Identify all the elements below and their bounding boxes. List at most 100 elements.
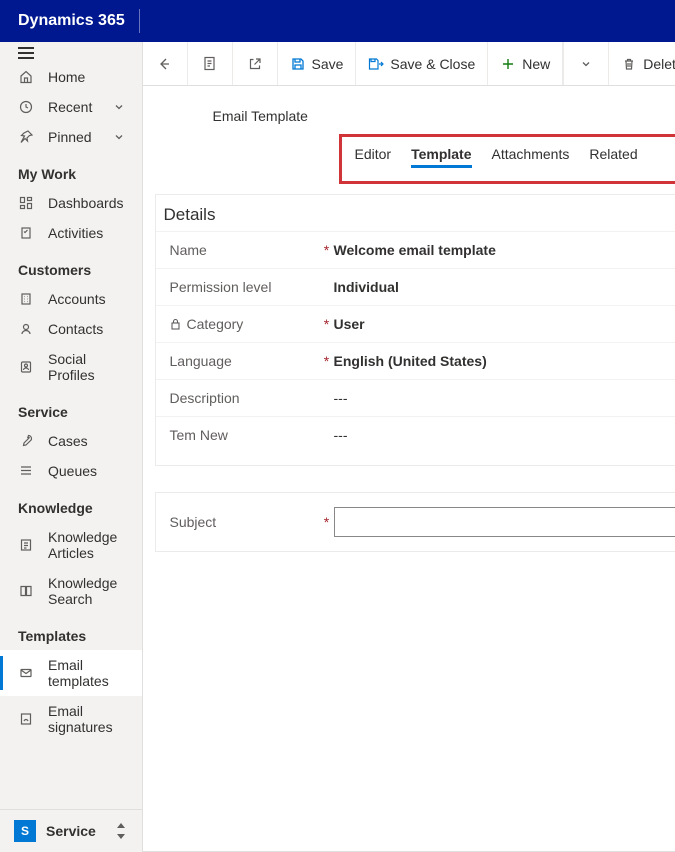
field-label: Language — [170, 353, 232, 369]
field-label: Description — [170, 390, 240, 406]
header-divider — [139, 9, 140, 33]
nav-label: Dashboards — [48, 195, 124, 211]
field-name[interactable]: Name * Welcome email template — [156, 231, 675, 268]
lock-icon — [170, 318, 181, 330]
page-icon — [202, 56, 218, 72]
tab-attachments[interactable]: Attachments — [492, 146, 570, 172]
field-value: --- — [334, 427, 675, 443]
new-dropdown[interactable] — [563, 42, 609, 85]
global-header: Dynamics 365 — [0, 0, 675, 42]
field-value: Welcome email template — [334, 242, 675, 258]
tab-template[interactable]: Template — [411, 146, 471, 172]
chevron-down-icon — [114, 132, 124, 142]
required-mark: * — [320, 242, 334, 258]
clock-icon — [18, 99, 34, 115]
tab-editor[interactable]: Editor — [355, 146, 392, 172]
chevron-down-icon — [578, 56, 594, 72]
entity-label: Email Template — [213, 108, 675, 124]
nav-label: Knowledge Articles — [48, 529, 124, 561]
save-close-icon — [368, 56, 384, 72]
view-button[interactable] — [188, 42, 233, 85]
plus-icon — [500, 56, 516, 72]
nav-label: Cases — [48, 433, 88, 449]
required-mark: * — [320, 353, 334, 369]
new-button[interactable]: New — [488, 42, 563, 85]
tab-related[interactable]: Related — [589, 146, 637, 172]
nav-label: Email signatures — [48, 703, 124, 735]
field-permission-level[interactable]: Permission level Individual — [156, 268, 675, 305]
nav-contacts[interactable]: Contacts — [0, 314, 142, 344]
queue-icon — [18, 463, 34, 479]
details-section: Details Name * Welcome email template Pe… — [155, 194, 675, 466]
chevron-down-icon — [114, 102, 124, 112]
subject-input[interactable] — [334, 507, 675, 537]
nav-queues[interactable]: Queues — [0, 456, 142, 486]
new-label: New — [522, 56, 550, 72]
nav-label: Email templates — [48, 657, 124, 689]
section-title: Details — [156, 205, 675, 231]
field-label: Category — [187, 316, 244, 332]
person-icon — [18, 321, 34, 337]
updown-icon — [114, 821, 128, 841]
nav-accounts[interactable]: Accounts — [0, 284, 142, 314]
nav-knowledge-search[interactable]: Knowledge Search — [0, 568, 142, 614]
delete-button[interactable]: Delete — [609, 42, 675, 85]
profile-icon — [18, 359, 34, 375]
nav-label: Queues — [48, 463, 97, 479]
area-label: Service — [46, 823, 114, 839]
nav-cases[interactable]: Cases — [0, 426, 142, 456]
email-template-icon — [18, 665, 34, 681]
save-close-button[interactable]: Save & Close — [356, 42, 488, 85]
area-tile: S — [14, 820, 36, 842]
nav-recent[interactable]: Recent — [0, 92, 142, 122]
popout-icon — [247, 56, 263, 72]
nav-group-customers: Customers — [0, 248, 142, 284]
nav-label: Knowledge Search — [48, 575, 124, 607]
back-button[interactable] — [143, 42, 188, 85]
save-button[interactable]: Save — [278, 42, 357, 85]
nav-knowledge-articles[interactable]: Knowledge Articles — [0, 522, 142, 568]
clipboard-icon — [18, 225, 34, 241]
required-mark: * — [320, 316, 334, 332]
form-header: Email Template — [143, 86, 675, 124]
popout-button[interactable] — [233, 42, 278, 85]
field-language[interactable]: Language * English (United States) — [156, 342, 675, 379]
book-icon — [18, 583, 34, 599]
nav-home[interactable]: Home — [0, 62, 142, 92]
field-value: English (United States) — [334, 353, 675, 369]
subject-section: Subject * — [155, 492, 675, 552]
field-category[interactable]: Category * User — [156, 305, 675, 342]
area-switcher[interactable]: S Service — [0, 809, 142, 852]
subject-label: Subject — [170, 514, 320, 530]
nav-pinned[interactable]: Pinned — [0, 122, 142, 152]
app-title: Dynamics 365 — [18, 12, 125, 30]
nav-label: Pinned — [48, 129, 92, 145]
nav-label: Home — [48, 69, 85, 85]
building-icon — [18, 291, 34, 307]
back-icon — [157, 56, 173, 72]
nav-email-signatures[interactable]: Email signatures — [0, 696, 142, 742]
nav-dashboards[interactable]: Dashboards — [0, 188, 142, 218]
nav-group-knowledge: Knowledge — [0, 486, 142, 522]
required-mark: * — [320, 514, 334, 530]
pin-icon — [18, 129, 34, 145]
hamburger-button[interactable] — [0, 42, 142, 62]
nav-activities[interactable]: Activities — [0, 218, 142, 248]
field-description[interactable]: Description --- — [156, 379, 675, 416]
sidebar: Home Recent Pinned My Work Dashboards Ac… — [0, 42, 143, 852]
nav-group-mywork: My Work — [0, 152, 142, 188]
nav-label: Social Profiles — [48, 351, 124, 383]
wrench-icon — [18, 433, 34, 449]
nav-label: Activities — [48, 225, 103, 241]
nav-label: Contacts — [48, 321, 103, 337]
trash-icon — [621, 56, 637, 72]
nav-social-profiles[interactable]: Social Profiles — [0, 344, 142, 390]
command-bar: Save Save & Close New Delete — [143, 42, 675, 86]
field-tem-new[interactable]: Tem New --- — [156, 416, 675, 453]
nav-email-templates[interactable]: Email templates — [0, 650, 142, 696]
nav-group-templates: Templates — [0, 614, 142, 650]
home-icon — [18, 69, 34, 85]
field-value: --- — [334, 390, 675, 406]
field-label: Name — [170, 242, 207, 258]
field-label: Permission level — [170, 279, 272, 295]
